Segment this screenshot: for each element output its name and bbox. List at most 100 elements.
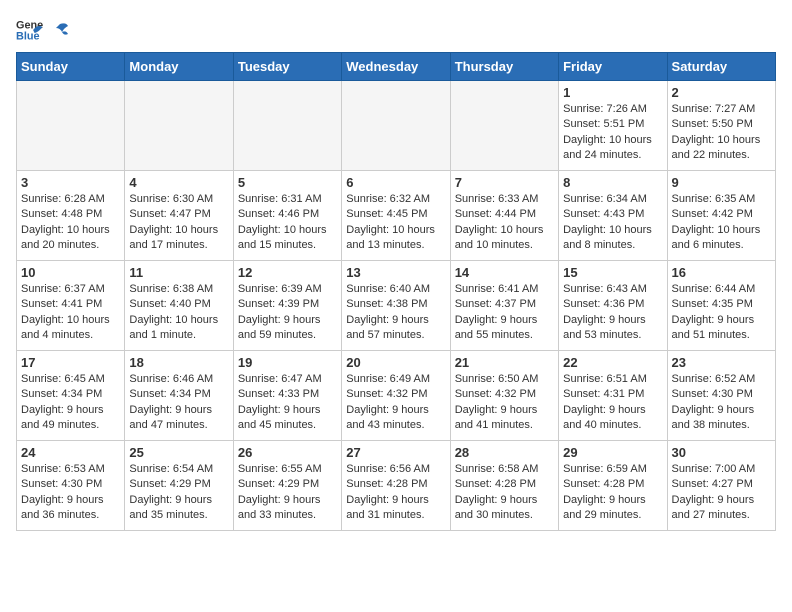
day-cell <box>17 81 125 171</box>
day-cell: 7 Sunrise: 6:33 AMSunset: 4:44 PMDayligh… <box>450 171 558 261</box>
day-number: 17 <box>21 355 120 370</box>
day-number: 23 <box>672 355 771 370</box>
day-info: Sunrise: 6:56 AMSunset: 4:28 PMDaylight:… <box>346 462 445 524</box>
day-cell: 1 Sunrise: 7:26 AMSunset: 5:51 PMDayligh… <box>559 81 667 171</box>
day-cell: 3 Sunrise: 6:28 AMSunset: 4:48 PMDayligh… <box>17 171 125 261</box>
logo-bird-icon <box>50 20 70 40</box>
day-number: 21 <box>455 355 554 370</box>
day-info: Sunrise: 6:37 AMSunset: 4:41 PMDaylight:… <box>21 282 120 344</box>
day-cell: 2 Sunrise: 7:27 AMSunset: 5:50 PMDayligh… <box>667 81 775 171</box>
day-cell: 14 Sunrise: 6:41 AMSunset: 4:37 PMDaylig… <box>450 261 558 351</box>
day-number: 29 <box>563 445 662 460</box>
day-info: Sunrise: 6:41 AMSunset: 4:37 PMDaylight:… <box>455 282 554 344</box>
weekday-header-wednesday: Wednesday <box>342 53 450 81</box>
day-cell: 29 Sunrise: 6:59 AMSunset: 4:28 PMDaylig… <box>559 441 667 531</box>
day-cell: 17 Sunrise: 6:45 AMSunset: 4:34 PMDaylig… <box>17 351 125 441</box>
day-number: 6 <box>346 175 445 190</box>
day-info: Sunrise: 6:32 AMSunset: 4:45 PMDaylight:… <box>346 192 445 254</box>
day-number: 2 <box>672 85 771 100</box>
day-info: Sunrise: 6:59 AMSunset: 4:28 PMDaylight:… <box>563 462 662 524</box>
day-cell: 8 Sunrise: 6:34 AMSunset: 4:43 PMDayligh… <box>559 171 667 261</box>
weekday-header-tuesday: Tuesday <box>233 53 341 81</box>
weekday-header-sunday: Sunday <box>17 53 125 81</box>
day-info: Sunrise: 6:50 AMSunset: 4:32 PMDaylight:… <box>455 372 554 434</box>
day-number: 14 <box>455 265 554 280</box>
day-number: 22 <box>563 355 662 370</box>
day-cell: 20 Sunrise: 6:49 AMSunset: 4:32 PMDaylig… <box>342 351 450 441</box>
day-info: Sunrise: 6:54 AMSunset: 4:29 PMDaylight:… <box>129 462 228 524</box>
day-number: 10 <box>21 265 120 280</box>
day-info: Sunrise: 6:30 AMSunset: 4:47 PMDaylight:… <box>129 192 228 254</box>
week-row-2: 3 Sunrise: 6:28 AMSunset: 4:48 PMDayligh… <box>17 171 776 261</box>
day-number: 4 <box>129 175 228 190</box>
day-info: Sunrise: 6:40 AMSunset: 4:38 PMDaylight:… <box>346 282 445 344</box>
day-cell: 19 Sunrise: 6:47 AMSunset: 4:33 PMDaylig… <box>233 351 341 441</box>
day-info: Sunrise: 6:33 AMSunset: 4:44 PMDaylight:… <box>455 192 554 254</box>
day-info: Sunrise: 6:44 AMSunset: 4:35 PMDaylight:… <box>672 282 771 344</box>
day-info: Sunrise: 7:27 AMSunset: 5:50 PMDaylight:… <box>672 102 771 164</box>
day-info: Sunrise: 6:46 AMSunset: 4:34 PMDaylight:… <box>129 372 228 434</box>
day-info: Sunrise: 7:26 AMSunset: 5:51 PMDaylight:… <box>563 102 662 164</box>
day-cell: 27 Sunrise: 6:56 AMSunset: 4:28 PMDaylig… <box>342 441 450 531</box>
day-number: 19 <box>238 355 337 370</box>
day-cell: 11 Sunrise: 6:38 AMSunset: 4:40 PMDaylig… <box>125 261 233 351</box>
day-number: 5 <box>238 175 337 190</box>
day-cell <box>233 81 341 171</box>
day-cell: 10 Sunrise: 6:37 AMSunset: 4:41 PMDaylig… <box>17 261 125 351</box>
day-number: 28 <box>455 445 554 460</box>
day-info: Sunrise: 6:43 AMSunset: 4:36 PMDaylight:… <box>563 282 662 344</box>
day-cell: 15 Sunrise: 6:43 AMSunset: 4:36 PMDaylig… <box>559 261 667 351</box>
week-row-5: 24 Sunrise: 6:53 AMSunset: 4:30 PMDaylig… <box>17 441 776 531</box>
svg-text:Blue: Blue <box>16 30 40 42</box>
day-info: Sunrise: 6:35 AMSunset: 4:42 PMDaylight:… <box>672 192 771 254</box>
day-number: 18 <box>129 355 228 370</box>
weekday-header-thursday: Thursday <box>450 53 558 81</box>
day-cell: 5 Sunrise: 6:31 AMSunset: 4:46 PMDayligh… <box>233 171 341 261</box>
day-info: Sunrise: 6:39 AMSunset: 4:39 PMDaylight:… <box>238 282 337 344</box>
logo: General Blue <box>16 16 70 44</box>
day-info: Sunrise: 6:53 AMSunset: 4:30 PMDaylight:… <box>21 462 120 524</box>
day-info: Sunrise: 6:52 AMSunset: 4:30 PMDaylight:… <box>672 372 771 434</box>
day-number: 13 <box>346 265 445 280</box>
weekday-header-monday: Monday <box>125 53 233 81</box>
day-info: Sunrise: 6:47 AMSunset: 4:33 PMDaylight:… <box>238 372 337 434</box>
day-cell <box>342 81 450 171</box>
day-cell: 18 Sunrise: 6:46 AMSunset: 4:34 PMDaylig… <box>125 351 233 441</box>
day-cell: 28 Sunrise: 6:58 AMSunset: 4:28 PMDaylig… <box>450 441 558 531</box>
day-number: 25 <box>129 445 228 460</box>
day-cell: 12 Sunrise: 6:39 AMSunset: 4:39 PMDaylig… <box>233 261 341 351</box>
day-cell: 9 Sunrise: 6:35 AMSunset: 4:42 PMDayligh… <box>667 171 775 261</box>
day-cell <box>450 81 558 171</box>
logo-icon: General Blue <box>16 16 44 44</box>
day-info: Sunrise: 6:49 AMSunset: 4:32 PMDaylight:… <box>346 372 445 434</box>
week-row-3: 10 Sunrise: 6:37 AMSunset: 4:41 PMDaylig… <box>17 261 776 351</box>
day-cell: 22 Sunrise: 6:51 AMSunset: 4:31 PMDaylig… <box>559 351 667 441</box>
weekday-header-saturday: Saturday <box>667 53 775 81</box>
day-info: Sunrise: 6:51 AMSunset: 4:31 PMDaylight:… <box>563 372 662 434</box>
day-number: 30 <box>672 445 771 460</box>
day-info: Sunrise: 6:38 AMSunset: 4:40 PMDaylight:… <box>129 282 228 344</box>
day-number: 9 <box>672 175 771 190</box>
day-number: 11 <box>129 265 228 280</box>
day-number: 3 <box>21 175 120 190</box>
day-cell: 13 Sunrise: 6:40 AMSunset: 4:38 PMDaylig… <box>342 261 450 351</box>
weekday-header-row: SundayMondayTuesdayWednesdayThursdayFrid… <box>17 53 776 81</box>
day-cell: 6 Sunrise: 6:32 AMSunset: 4:45 PMDayligh… <box>342 171 450 261</box>
day-number: 1 <box>563 85 662 100</box>
day-info: Sunrise: 6:45 AMSunset: 4:34 PMDaylight:… <box>21 372 120 434</box>
day-number: 16 <box>672 265 771 280</box>
day-number: 27 <box>346 445 445 460</box>
week-row-1: 1 Sunrise: 7:26 AMSunset: 5:51 PMDayligh… <box>17 81 776 171</box>
day-number: 7 <box>455 175 554 190</box>
day-number: 20 <box>346 355 445 370</box>
day-number: 15 <box>563 265 662 280</box>
day-cell: 21 Sunrise: 6:50 AMSunset: 4:32 PMDaylig… <box>450 351 558 441</box>
day-cell <box>125 81 233 171</box>
day-cell: 26 Sunrise: 6:55 AMSunset: 4:29 PMDaylig… <box>233 441 341 531</box>
day-cell: 4 Sunrise: 6:30 AMSunset: 4:47 PMDayligh… <box>125 171 233 261</box>
week-row-4: 17 Sunrise: 6:45 AMSunset: 4:34 PMDaylig… <box>17 351 776 441</box>
calendar: SundayMondayTuesdayWednesdayThursdayFrid… <box>16 52 776 531</box>
day-info: Sunrise: 6:58 AMSunset: 4:28 PMDaylight:… <box>455 462 554 524</box>
day-info: Sunrise: 6:28 AMSunset: 4:48 PMDaylight:… <box>21 192 120 254</box>
day-cell: 16 Sunrise: 6:44 AMSunset: 4:35 PMDaylig… <box>667 261 775 351</box>
